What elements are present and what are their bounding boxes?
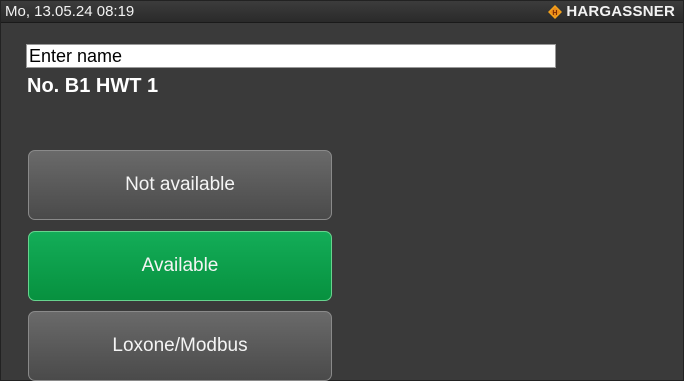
loxone-modbus-button[interactable]: Loxone/Modbus bbox=[28, 311, 332, 381]
status-bar: Mo, 13.05.24 08:19 H HARGASSNER bbox=[1, 1, 683, 23]
brand-logo: H HARGASSNER bbox=[548, 1, 675, 22]
datetime-label: Mo, 13.05.24 08:19 bbox=[5, 3, 135, 20]
available-button[interactable]: Available bbox=[28, 231, 332, 301]
not-available-button[interactable]: Not available bbox=[28, 150, 332, 220]
svg-text:H: H bbox=[553, 10, 558, 17]
name-input[interactable] bbox=[26, 44, 556, 68]
brand-name: HARGASSNER bbox=[566, 3, 675, 20]
hargassner-logo-icon: H bbox=[548, 4, 563, 19]
device-name: No. B1 HWT 1 bbox=[27, 75, 159, 97]
screen: Mo, 13.05.24 08:19 H HARGASSNER No. B1 H… bbox=[0, 0, 684, 381]
